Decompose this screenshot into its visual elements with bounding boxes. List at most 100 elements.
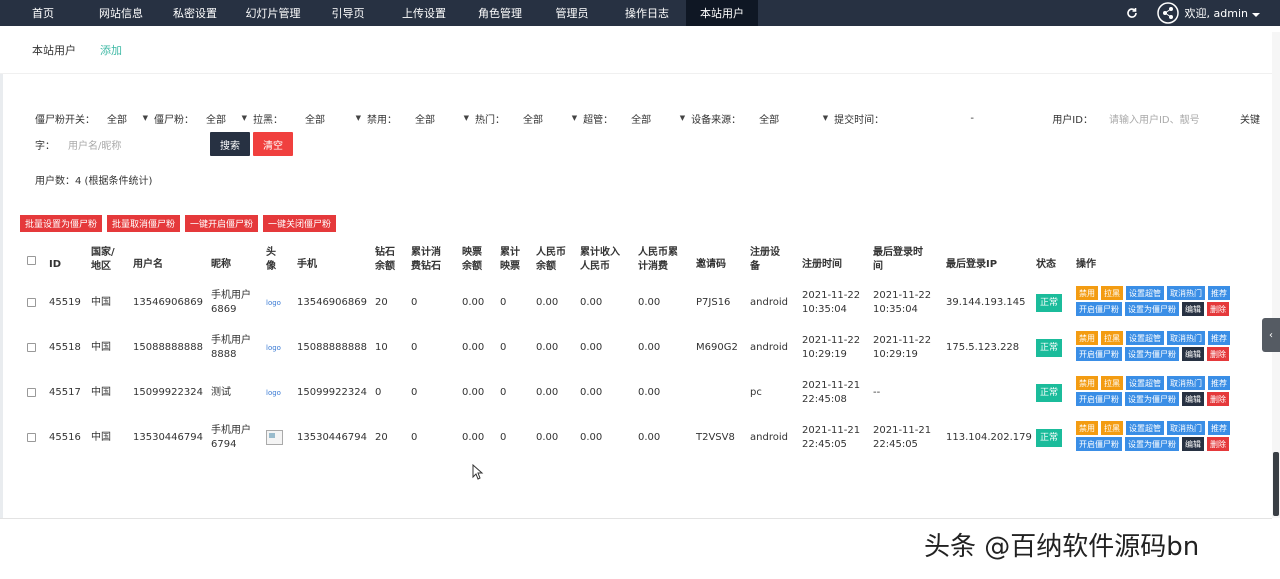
set-superadmin-button[interactable]: 设置超管	[1126, 376, 1164, 390]
nav-operation-log[interactable]: 操作日志	[608, 0, 686, 26]
cell-username: 13546906869	[133, 296, 203, 308]
cell-id: 45519	[49, 296, 81, 308]
blacklist-button[interactable]: 拉黑	[1101, 376, 1123, 390]
filter-select-value: 全部	[759, 114, 780, 126]
blacklist-button[interactable]: 拉黑	[1101, 331, 1123, 345]
recommend-button[interactable]: 推荐	[1208, 421, 1230, 435]
cancel-hot-button[interactable]: 取消热门	[1167, 331, 1205, 345]
enable-zombie-button[interactable]: 开启僵尸粉	[1076, 302, 1122, 316]
user-avatar-icon[interactable]	[1156, 2, 1179, 24]
cell-ticket-total: 0	[500, 341, 507, 353]
cell-invite: T2VSV8	[696, 431, 735, 443]
edit-button[interactable]: 编辑	[1182, 437, 1204, 451]
nav-admins[interactable]: 管理员	[536, 0, 608, 26]
enable-zombie-button[interactable]: 开启僵尸粉	[1076, 437, 1122, 451]
login-date: 2021-11-22	[873, 289, 932, 301]
dropdown-arrow-icon: ▼	[241, 114, 248, 122]
enable-all-zombie-button[interactable]: 一键开启僵尸粉	[185, 215, 259, 232]
recommend-button[interactable]: 推荐	[1208, 376, 1230, 390]
tab-add[interactable]: 添加	[100, 42, 122, 58]
filter-select-zombie-switch[interactable]: 全部 ▼	[107, 111, 148, 126]
filter-label-userid: 用户ID：	[1052, 114, 1093, 126]
row-checkbox[interactable]	[27, 370, 36, 415]
row-checkbox[interactable]	[27, 325, 36, 370]
edit-button[interactable]: 编辑	[1182, 347, 1204, 361]
batch-set-zombie-button[interactable]: 批量设置为僵尸粉	[20, 215, 103, 232]
keyword-input[interactable]: 用户名/昵称	[68, 137, 210, 152]
set-zombie-button[interactable]: 设置为僵尸粉	[1125, 347, 1179, 361]
refresh-icon[interactable]	[1125, 6, 1139, 20]
ban-button[interactable]: 禁用	[1076, 286, 1098, 300]
set-zombie-button[interactable]: 设置为僵尸粉	[1125, 437, 1179, 451]
cancel-hot-button[interactable]: 取消热门	[1167, 286, 1205, 300]
th-last-login-line1: 最后登录时	[873, 247, 923, 258]
set-superadmin-button[interactable]: 设置超管	[1126, 286, 1164, 300]
table-row: 45519 中国 13546906869 手机用户 6869 logo 13546…	[20, 280, 1260, 325]
nav-site-users[interactable]: 本站用户	[686, 0, 758, 26]
nav-slides[interactable]: 幻灯片管理	[234, 0, 312, 26]
cell-device: android	[750, 431, 788, 443]
nav-role-management[interactable]: 角色管理	[464, 0, 536, 26]
set-superadmin-button[interactable]: 设置超管	[1126, 421, 1164, 435]
set-superadmin-button[interactable]: 设置超管	[1126, 331, 1164, 345]
cell-reg-time: 2021-11-22 10:29:19	[802, 325, 860, 370]
scrollbar-thumb[interactable]	[1273, 452, 1279, 516]
cell-ticket-total: 0	[500, 296, 507, 308]
filter-select-zombie[interactable]: 全部 ▼	[206, 111, 247, 126]
nav-private-settings[interactable]: 私密设置	[156, 0, 234, 26]
filter-select-device-source[interactable]: 全部 ▼	[759, 111, 828, 126]
edit-button[interactable]: 编辑	[1182, 302, 1204, 316]
cancel-hot-button[interactable]: 取消热门	[1167, 376, 1205, 390]
avatar: logo	[266, 343, 281, 352]
scrollbar-track[interactable]	[1272, 32, 1280, 518]
row-checkbox[interactable]	[27, 415, 36, 460]
recommend-button[interactable]: 推荐	[1208, 331, 1230, 345]
disable-all-zombie-button[interactable]: 一键关闭僵尸粉	[263, 215, 337, 232]
batch-cancel-zombie-button[interactable]: 批量取消僵尸粉	[107, 215, 181, 232]
edit-button[interactable]: 编辑	[1182, 392, 1204, 406]
filter-select-hot[interactable]: 全部 ▼	[523, 111, 577, 126]
th-ticket-total-line2: 映票	[500, 261, 520, 272]
set-zombie-button[interactable]: 设置为僵尸粉	[1125, 302, 1179, 316]
th-country: 国家/地区	[91, 240, 115, 280]
cell-diamond: 0	[375, 386, 382, 398]
cell-username: 15099922324	[133, 386, 203, 398]
cancel-hot-button[interactable]: 取消热门	[1167, 421, 1205, 435]
filter-select-superadmin[interactable]: 全部 ▼	[631, 111, 685, 126]
nav-guide-page[interactable]: 引导页	[312, 0, 384, 26]
blacklist-button[interactable]: 拉黑	[1101, 286, 1123, 300]
clear-button[interactable]: 清空	[253, 132, 293, 156]
set-zombie-button[interactable]: 设置为僵尸粉	[1125, 392, 1179, 406]
cell-username: 13530446794	[133, 431, 203, 443]
delete-button[interactable]: 删除	[1207, 347, 1229, 361]
ban-button[interactable]: 禁用	[1076, 421, 1098, 435]
nav-site-info[interactable]: 网站信息	[86, 0, 156, 26]
delete-button[interactable]: 删除	[1207, 437, 1229, 451]
nickname-line1: 测试	[211, 386, 231, 398]
filter-select-blacklist[interactable]: 全部 ▼	[305, 111, 361, 126]
nav-upload-settings[interactable]: 上传设置	[384, 0, 464, 26]
ban-button[interactable]: 禁用	[1076, 376, 1098, 390]
enable-zombie-button[interactable]: 开启僵尸粉	[1076, 347, 1122, 361]
cell-avatar: logo	[266, 280, 281, 325]
select-all-checkbox[interactable]	[27, 240, 36, 280]
delete-button[interactable]: 删除	[1207, 392, 1229, 406]
userid-input[interactable]: 请输入用户ID、靓号	[1109, 111, 1232, 126]
ban-button[interactable]: 禁用	[1076, 331, 1098, 345]
search-button[interactable]: 搜索	[210, 132, 250, 156]
filter-select-banned[interactable]: 全部 ▼	[415, 111, 469, 126]
enable-zombie-button[interactable]: 开启僵尸粉	[1076, 392, 1122, 406]
recommend-button[interactable]: 推荐	[1208, 286, 1230, 300]
tab-site-users[interactable]: 本站用户	[32, 42, 76, 58]
collapse-panel-icon[interactable]: ‹	[1262, 318, 1280, 352]
caret-down-icon[interactable]	[1252, 9, 1260, 17]
filter-row-2: 字： 用户名/昵称 搜索 清空	[35, 131, 293, 157]
welcome-text[interactable]: 欢迎, admin	[1185, 5, 1248, 21]
page-bottom-line	[0, 518, 1272, 519]
ops-line-2: 开启僵尸粉 设置为僵尸粉 编辑 删除	[1076, 302, 1266, 316]
delete-button[interactable]: 删除	[1207, 302, 1229, 316]
nav-home[interactable]: 首页	[0, 0, 86, 26]
th-ticket-total-line1: 累计	[500, 247, 520, 258]
blacklist-button[interactable]: 拉黑	[1101, 421, 1123, 435]
row-checkbox[interactable]	[27, 280, 36, 325]
